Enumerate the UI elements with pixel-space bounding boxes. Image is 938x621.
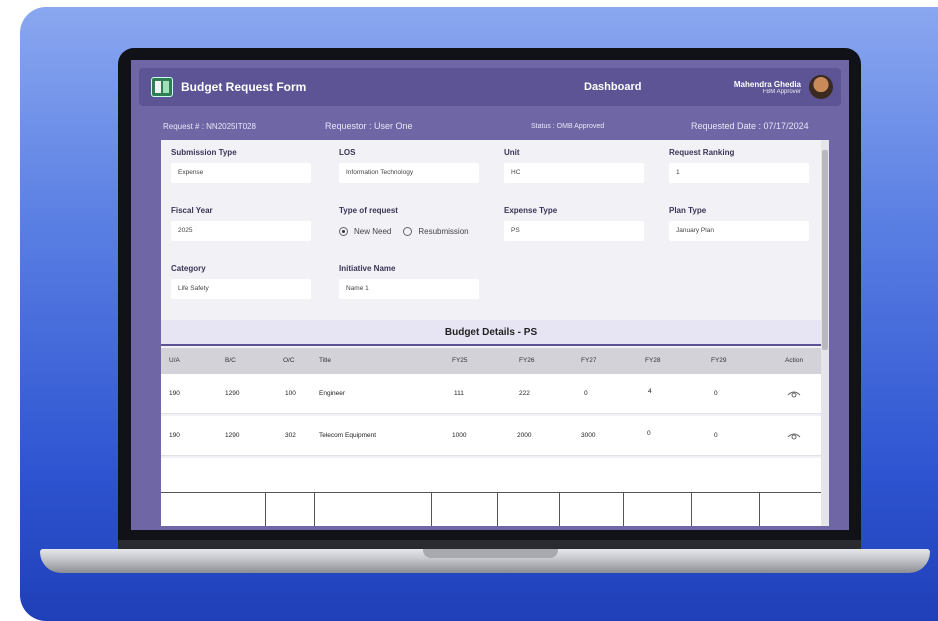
expense-type-input[interactable]: PS — [504, 221, 644, 241]
col-bc: B/C — [225, 357, 236, 364]
user-name: Mahendra Ghedia — [733, 79, 801, 89]
table-divider — [691, 493, 692, 526]
initiative-field: Initiative Name Name 1 — [339, 264, 479, 299]
expense-type-field: Expense Type PS — [504, 206, 644, 241]
cell-oc: 100 — [285, 390, 296, 397]
user-info: Mahendra Ghedia FBM Approver — [734, 80, 801, 95]
user-role: FBM Approver — [762, 88, 801, 95]
table-divider — [623, 493, 624, 526]
cell-fy26: 222 — [519, 390, 530, 397]
fiscal-year-input[interactable]: 2025 — [171, 221, 311, 241]
plan-type-field: Plan Type January Plan — [669, 206, 809, 241]
app-header: Budget Request Form Dashboard Mahendra G… — [139, 68, 841, 106]
requestor: Requestor : User One — [325, 121, 413, 131]
cell-fy29: 0 — [714, 432, 718, 439]
plan-type-label: Plan Type — [669, 206, 707, 215]
category-label: Category — [171, 264, 206, 273]
budget-section-title: Budget Details - PS — [161, 320, 821, 346]
laptop-notch — [423, 549, 558, 558]
table-divider — [431, 493, 432, 526]
request-number: Request # : NN2025IT028 — [163, 121, 256, 131]
cell-fy27: 3000 — [581, 432, 596, 439]
avatar[interactable] — [809, 75, 833, 99]
initiative-label: Initiative Name — [339, 264, 396, 273]
plan-type-input[interactable]: January Plan — [669, 221, 809, 241]
cell-fy28: 0 — [647, 430, 651, 437]
ranking-input[interactable]: 1 — [669, 163, 809, 183]
table-divider — [497, 493, 498, 526]
submission-type-field: Submission Type Expense — [171, 148, 311, 183]
cell-ua: 190 — [169, 432, 180, 439]
cell-fy26: 2000 — [517, 432, 532, 439]
resubmission-label: Resubmission — [418, 226, 469, 236]
submission-type-label: Submission Type — [171, 148, 237, 157]
col-ua: U/A — [169, 357, 180, 364]
col-fy27: FY27 — [581, 357, 597, 364]
form-content: Submission Type Expense LOS Information … — [161, 140, 821, 526]
new-need-label: New Need — [354, 226, 392, 236]
table-row: 190 1290 302 Telecom Equipment 1000 2000… — [161, 416, 821, 456]
cell-oc: 302 — [285, 432, 296, 439]
eye-icon[interactable] — [787, 431, 801, 440]
cell-fy29: 0 — [714, 390, 718, 397]
table-divider — [759, 493, 760, 526]
table-divider — [265, 493, 266, 526]
expense-type-label: Expense Type — [504, 206, 558, 215]
laptop-screen: Budget Request Form Dashboard Mahendra G… — [131, 60, 849, 530]
cell-bc: 1290 — [225, 390, 240, 397]
scrollbar[interactable] — [821, 140, 829, 526]
budget-table-header: U/A B/C O/C Title FY25 FY26 FY27 FY28 FY… — [161, 348, 821, 374]
type-of-request-radios: New Need Resubmission — [339, 221, 499, 241]
col-fy29: FY29 — [711, 357, 727, 364]
fiscal-year-label: Fiscal Year — [171, 206, 213, 215]
ranking-label: Request Ranking — [669, 148, 735, 157]
cell-fy25: 111 — [454, 390, 464, 397]
col-fy26: FY26 — [519, 357, 535, 364]
table-row: 190 1290 100 Engineer 111 222 0 4 0 — [161, 374, 821, 414]
initiative-input[interactable]: Name 1 — [339, 279, 479, 299]
new-need-radio[interactable] — [339, 226, 348, 236]
cell-bc: 1290 — [225, 432, 240, 439]
col-action: Action — [785, 357, 804, 364]
table-divider — [559, 493, 560, 526]
ranking-field: Request Ranking 1 — [669, 148, 809, 183]
unit-input[interactable]: HC — [504, 163, 644, 183]
status-badge: Status : OMB Approved — [531, 122, 605, 130]
laptop-hinge — [118, 540, 861, 549]
cell-fy27: 0 — [584, 390, 588, 397]
app-logo-icon — [151, 77, 173, 97]
type-of-request-field: Type of request New Need Resubmission — [339, 206, 499, 241]
los-label: LOS — [339, 148, 356, 157]
unit-label: Unit — [504, 148, 520, 157]
cell-fy25: 1000 — [452, 432, 467, 439]
los-input[interactable]: Information Technology — [339, 163, 479, 183]
empty-row — [161, 458, 821, 492]
dashboard-link[interactable]: Dashboard — [584, 81, 641, 93]
eye-icon[interactable] — [787, 389, 801, 398]
col-fy28: FY28 — [645, 357, 661, 364]
request-info-bar: Request # : NN2025IT028 Requestor : User… — [139, 114, 841, 138]
cell-ua: 190 — [169, 390, 180, 397]
col-title: Title — [319, 357, 332, 364]
unit-field: Unit HC — [504, 148, 644, 183]
col-fy25: FY25 — [452, 357, 468, 364]
col-oc: O/C — [283, 357, 295, 364]
scrollbar-thumb[interactable] — [822, 150, 828, 350]
type-of-request-label: Type of request — [339, 206, 398, 215]
category-field: Category Life Safety — [171, 264, 311, 299]
los-field: LOS Information Technology — [339, 148, 479, 183]
app-title: Budget Request Form — [181, 80, 307, 94]
cell-title: Telecom Equipment — [319, 432, 377, 439]
submission-type-input[interactable]: Expense — [171, 163, 311, 183]
table-divider — [314, 493, 315, 526]
cell-title: Engineer — [319, 390, 346, 397]
fiscal-year-field: Fiscal Year 2025 — [171, 206, 311, 241]
requested-date: Requested Date : 07/17/2024 — [691, 121, 809, 131]
resubmission-radio[interactable] — [403, 226, 413, 236]
subtotal-row — [161, 492, 821, 526]
cell-fy28: 4 — [648, 388, 652, 395]
category-input[interactable]: Life Safety — [171, 279, 311, 299]
